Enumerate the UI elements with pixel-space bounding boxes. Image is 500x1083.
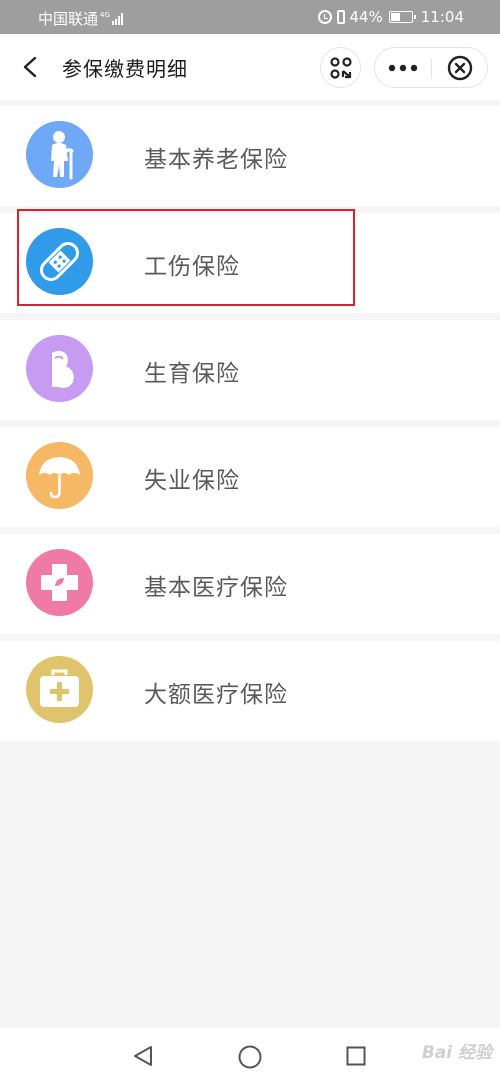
network-tag: 4G: [100, 11, 110, 19]
scan-icon: [329, 56, 352, 79]
list-item-label: 失业保险: [144, 468, 240, 494]
clock: 11:04: [420, 8, 464, 26]
status-left: 中国联通 4G: [38, 8, 124, 29]
triangle-back-icon[interactable]: [133, 1045, 153, 1067]
umbrella-icon: [26, 442, 93, 509]
more-button[interactable]: [375, 48, 431, 87]
circle-home-icon[interactable]: [238, 1045, 262, 1069]
battery-percent: 44%: [349, 8, 383, 26]
vibrate-icon: [337, 10, 346, 24]
carrier-name: 中国联通: [38, 10, 99, 28]
list-item-major-medical[interactable]: 大额医疗保险: [0, 641, 500, 741]
elderly-person-icon: [26, 121, 93, 188]
close-circle-icon: [447, 55, 473, 80]
more-dots-icon: [388, 64, 418, 71]
list-item-label: 大额医疗保险: [144, 682, 288, 708]
highlight-annotation: [17, 209, 355, 306]
list-item-pension[interactable]: 基本养老保险: [0, 106, 500, 206]
first-aid-kit-icon: [26, 656, 93, 723]
status-bar: 中国联通 4G 44% 11:04: [0, 0, 500, 34]
mini-program-capsule: [374, 47, 488, 88]
list-item-basic-medical[interactable]: 基本医疗保险: [0, 534, 500, 634]
chevron-left-icon[interactable]: [20, 56, 42, 78]
status-right: 44% 11:04: [318, 8, 464, 26]
medical-cross-icon: [26, 549, 93, 616]
page-title: 参保缴费明细: [62, 57, 188, 81]
list-item-unemployment[interactable]: 失业保险: [0, 427, 500, 527]
scan-button[interactable]: [320, 47, 361, 88]
list-item-label: 基本医疗保险: [144, 575, 288, 601]
list-item-label: 基本养老保险: [144, 147, 288, 173]
list-item-label: 生育保险: [144, 361, 240, 387]
close-button[interactable]: [432, 48, 488, 87]
watermark: Bai 经验: [421, 1043, 492, 1063]
nav-bar: 参保缴费明细: [0, 34, 500, 100]
signal-icon: [111, 12, 124, 25]
square-recent-icon[interactable]: [346, 1046, 366, 1066]
alarm-icon: [318, 10, 333, 24]
pregnancy-icon: [26, 335, 93, 402]
battery-icon: [388, 11, 416, 23]
list-item-maternity[interactable]: 生育保险: [0, 320, 500, 420]
